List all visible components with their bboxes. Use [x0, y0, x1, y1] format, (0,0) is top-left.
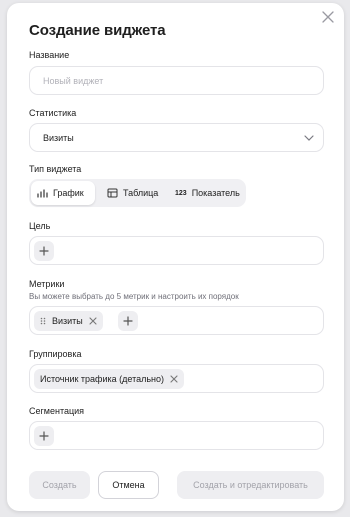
create-button[interactable]: Создать	[29, 471, 90, 499]
metric-chip[interactable]: Визиты	[34, 311, 103, 331]
statistics-select[interactable]: Визиты	[29, 123, 324, 152]
goal-label: Цель	[29, 221, 51, 231]
metric-chip-label: Визиты	[52, 316, 83, 326]
metrics-hint: Вы можете выбрать до 5 метрик и настроит…	[29, 292, 239, 301]
grouping-chip-label: Источник трафика (детально)	[40, 374, 165, 384]
table-icon	[107, 188, 118, 198]
name-placeholder: Новый виджет	[43, 76, 104, 86]
widget-type-indicator[interactable]: 123 Показатель	[169, 181, 244, 205]
widget-type-switch: График Таблица 123 Показатель	[29, 179, 246, 207]
bar-chart-icon	[37, 189, 48, 198]
widget-type-table[interactable]: Таблица	[101, 181, 163, 205]
create-widget-dialog: Создание виджета Название Новый виджет С…	[7, 3, 344, 511]
metrics-add-button[interactable]	[118, 311, 138, 331]
widget-type-chart[interactable]: График	[31, 181, 95, 205]
create-and-edit-button[interactable]: Создать и отредактировать	[177, 471, 324, 499]
segmentation-field	[29, 421, 324, 450]
plus-icon	[39, 246, 49, 256]
dialog-title: Создание виджета	[29, 22, 166, 39]
chevron-down-icon	[304, 135, 314, 141]
metrics-field: Визиты	[29, 306, 324, 335]
widget-type-indicator-label: Показатель	[191, 188, 240, 198]
grouping-chip[interactable]: Источник трафика (детально)	[34, 369, 185, 389]
goal-add-button[interactable]	[34, 241, 54, 261]
grouping-label: Группировка	[29, 349, 82, 359]
widget-type-table-label: Таблица	[123, 188, 159, 198]
plus-icon	[39, 431, 49, 441]
remove-icon[interactable]	[170, 375, 178, 383]
drag-handle-icon[interactable]	[40, 317, 46, 325]
plus-icon	[123, 316, 133, 326]
statistics-value: Визиты	[43, 133, 74, 143]
segmentation-add-button[interactable]	[34, 426, 54, 446]
widget-type-label: Тип виджета	[29, 164, 82, 174]
statistics-label: Статистика	[29, 108, 77, 118]
segmentation-label: Сегментация	[29, 406, 85, 416]
close-icon[interactable]	[321, 10, 335, 24]
widget-type-chart-label: График	[53, 188, 84, 198]
cancel-button[interactable]: Отмена	[98, 471, 159, 499]
name-label: Название	[29, 50, 70, 60]
metrics-label: Метрики	[29, 279, 65, 289]
numbers-icon: 123	[175, 189, 187, 197]
name-field[interactable]: Новый виджет	[29, 66, 324, 95]
goal-field	[29, 236, 324, 265]
grouping-field: Источник трафика (детально)	[29, 364, 324, 393]
remove-icon[interactable]	[89, 317, 97, 325]
